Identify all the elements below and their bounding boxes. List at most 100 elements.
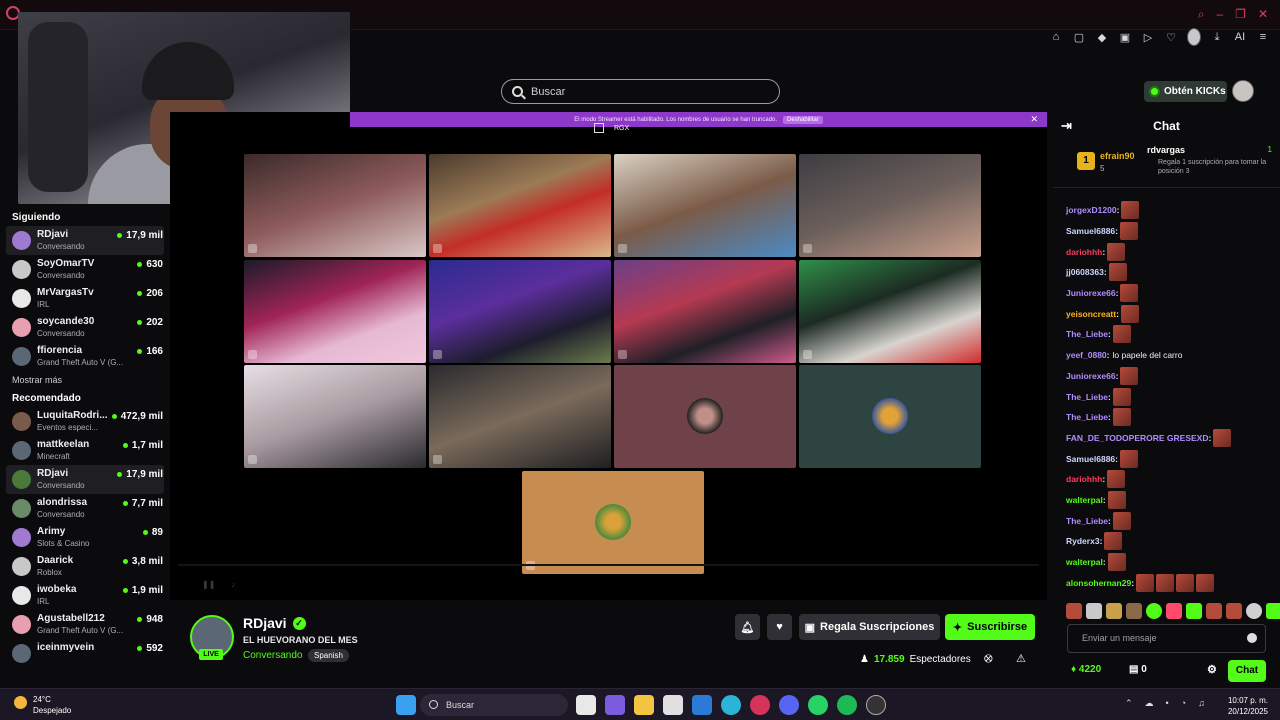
gear-icon[interactable]: ⚙ [1207,663,1217,676]
edge-icon[interactable] [721,695,741,715]
chat-username[interactable]: Juniorexe66 [1066,371,1116,381]
pause-icon[interactable]: ❚❚ [202,580,215,589]
stream-category[interactable]: Conversando [243,650,302,661]
emote[interactable] [1166,603,1182,619]
subscribe-button[interactable]: ✦ Suscribirse [945,614,1035,640]
send-chat-button[interactable]: Chat [1228,660,1266,682]
emote[interactable] [1246,603,1262,619]
obs-icon[interactable] [866,695,886,715]
emoji-icon[interactable] [1247,633,1257,643]
clock[interactable]: 10:07 p. m. 20/12/2025 [1228,695,1268,717]
discord-icon[interactable] [779,695,799,715]
get-kicks-button[interactable]: Obtén KICKs [1144,81,1227,102]
chat-username[interactable]: Samuel6886 [1066,454,1115,464]
leader2-name[interactable]: rdvargas [1147,145,1185,155]
emote[interactable] [1086,603,1102,619]
sidebar-item-channel[interactable]: Agustabell212 Grand Theft Auto V (G... 948 [0,610,170,639]
maximize-icon[interactable]: ❐ [1235,7,1246,22]
emote[interactable] [1206,603,1222,619]
gift-subs-button[interactable]: ▣ Regala Suscripciones [799,614,940,640]
spotify-icon[interactable] [837,695,857,715]
sidebar-item-channel[interactable]: soycande30 Conversando 202 [0,313,170,342]
emote[interactable] [1266,603,1280,619]
chat-username[interactable]: FAN_DE_TODOPERORE GRESEXD [1066,433,1209,443]
wallet-icon[interactable]: ▣ [1118,31,1132,44]
menu-icon[interactable]: ≡ [1256,31,1270,43]
sidebar-item-channel[interactable]: LuquitaRodri... Eventos especi... 472,9 mi… [0,407,170,436]
volume-icon[interactable]: ♫ [1198,698,1205,709]
sidebar-item-channel[interactable]: Arimy Slots & Casino 89 [0,523,170,552]
whatsapp-icon[interactable] [808,695,828,715]
close-icon[interactable]: ✕ [1258,7,1268,22]
chat-username[interactable]: The_Liebe [1066,412,1108,422]
mail-icon[interactable] [692,695,712,715]
chat-username[interactable]: alonsohernan29 [1066,578,1131,588]
close-banner-icon[interactable]: ✕ [1030,114,1038,125]
chat-username[interactable]: jj0608363 [1066,267,1104,277]
notification-button[interactable]: 🔔︎ [735,614,760,640]
weather-widget[interactable]: 24°C Despejado [14,694,71,716]
picture-in-picture-icon[interactable] [594,123,604,133]
chat-username[interactable]: dariohhh [1066,247,1102,257]
subs-counter[interactable]: ▤ 0 [1129,664,1147,675]
chat-username[interactable]: jorgexD1200 [1066,205,1117,215]
progress-bar[interactable] [178,564,1039,566]
collapse-chat-icon[interactable]: ⇥ [1061,112,1072,140]
chat-username[interactable]: The_Liebe [1066,329,1108,339]
leader-name[interactable]: efrain90 [1100,151,1135,161]
cloud-icon[interactable]: ☁ [1145,698,1154,709]
search-input[interactable]: Buscar [501,79,780,104]
show-more-link[interactable]: Mostrar más [0,371,170,393]
file-explorer-icon[interactable] [634,695,654,715]
screenshot-icon[interactable]: ▢ [1072,31,1086,44]
widgets-icon[interactable] [605,695,625,715]
sidebar-item-channel[interactable]: iceinmyvein 592 [0,639,170,668]
chevron-up-icon[interactable]: ⌃ [1125,698,1133,709]
chat-username[interactable]: The_Liebe [1066,516,1108,526]
report-icon[interactable]: ⚠ [1016,652,1026,665]
share-icon[interactable]: ⭙ [984,653,993,666]
emote[interactable] [1126,603,1142,619]
search-icon[interactable]: ⌕ [1198,7,1205,22]
chat-username[interactable]: Ryderx3 [1066,536,1100,546]
channel-points[interactable]: ♦ 4220 [1071,664,1101,675]
sidebar-item-channel[interactable]: iwobeka IRL 1,9 mil [0,581,170,610]
disable-streamer-mode-button[interactable]: Deshabilitar [783,115,823,124]
follow-button[interactable]: ♥ [767,614,792,640]
chat-username[interactable]: walterpal [1066,495,1103,505]
sidebar-item-channel[interactable]: Daarick Roblox 3,8 mil [0,552,170,581]
emote[interactable] [1146,603,1162,619]
pin-icon[interactable]: ⌂ [1049,31,1063,43]
language-tag[interactable]: Spanish [308,649,349,662]
sidebar-item-channel[interactable]: RDjavi Conversando 17,9 mil [6,465,164,494]
chat-username[interactable]: Samuel6886 [1066,226,1115,236]
emote[interactable] [1226,603,1242,619]
chat-username[interactable]: yeef_0880 [1066,350,1107,360]
chat-message-input[interactable]: Enviar un mensaje [1067,624,1266,653]
chat-username[interactable]: dariohhh [1066,474,1102,484]
opera-icon[interactable] [750,695,770,715]
sidebar-item-channel[interactable]: ffiorencia Grand Theft Auto V (G... 166 [0,342,170,371]
sidebar-item-channel[interactable]: alondrissa Conversando 7,7 mil [0,494,170,523]
windows-start-icon[interactable] [396,695,416,715]
task-view-icon[interactable] [576,695,596,715]
volume-icon[interactable]: ♪ [231,580,235,589]
play-icon[interactable]: ▷ [1141,31,1155,44]
shield-icon[interactable]: ◆ [1095,31,1109,44]
mic-icon[interactable]: • [1166,698,1169,709]
emote[interactable] [1186,603,1202,619]
sidebar-item-channel[interactable]: RDjavi Conversando 17,9 mil [6,226,164,255]
heart-icon[interactable]: ♡ [1164,31,1178,44]
download-icon[interactable]: ⤓ [1210,31,1224,44]
minimize-icon[interactable]: – [1216,7,1223,22]
sidebar-item-channel[interactable]: SoyOmarTV Conversando 630 [0,255,170,284]
emote[interactable] [1106,603,1122,619]
sidebar-item-channel[interactable]: MrVargasTv IRL 206 [0,284,170,313]
chat-username[interactable]: Juniorexe66 [1066,288,1116,298]
profile-avatar[interactable] [1187,28,1201,46]
chat-username[interactable]: The_Liebe [1066,392,1108,402]
ai-icon[interactable]: AI [1233,31,1247,43]
channel-name[interactable]: RDjavi ✓ [243,615,306,631]
chat-username[interactable]: walterpal [1066,557,1103,567]
chat-username[interactable]: yeisoncreatt [1066,309,1116,319]
